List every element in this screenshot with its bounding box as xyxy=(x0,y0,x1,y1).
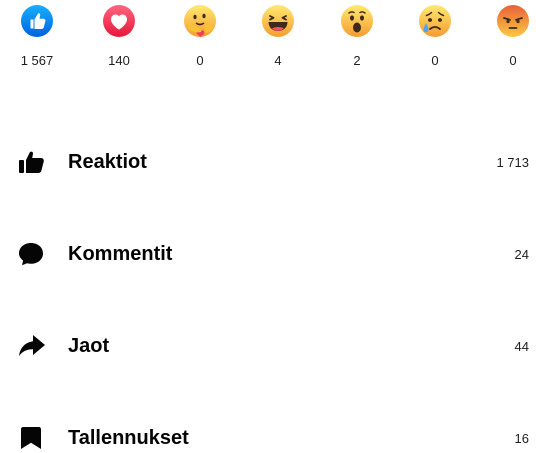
metric-value-saves: 16 xyxy=(514,431,529,446)
metric-label-comments: Kommentit xyxy=(68,243,173,265)
metric-row-shares: Jaot 44 xyxy=(0,331,536,361)
share-arrow-icon xyxy=(19,335,45,356)
love-reaction-icon xyxy=(103,5,135,37)
reaction-wow[interactable]: 2 xyxy=(327,4,387,68)
reaction-haha[interactable]: 4 xyxy=(248,4,308,68)
reaction-love[interactable]: 140 xyxy=(89,4,149,68)
reaction-like[interactable]: 1 567 xyxy=(7,4,67,68)
metric-row-comments: Kommentit 24 xyxy=(0,239,536,269)
wow-reaction-icon xyxy=(341,5,373,37)
reactions-row: 1 567 140 0 4 2 0 0 xyxy=(0,0,536,80)
sad-reaction-icon xyxy=(419,5,451,37)
reaction-care-count: 0 xyxy=(196,53,204,68)
like-reaction-icon xyxy=(21,5,53,37)
bookmark-icon xyxy=(21,427,41,449)
metric-value-comments: 24 xyxy=(514,247,529,262)
reaction-haha-count: 4 xyxy=(274,53,282,68)
reaction-angry-count: 0 xyxy=(509,53,517,68)
metric-label-saves: Tallennukset xyxy=(68,427,189,449)
haha-reaction-icon xyxy=(262,5,294,37)
reaction-care[interactable]: 0 xyxy=(170,4,230,68)
care-reaction-icon xyxy=(184,5,216,37)
reaction-wow-count: 2 xyxy=(353,53,361,68)
comment-bubble-icon xyxy=(19,243,43,266)
metric-value-shares: 44 xyxy=(514,339,529,354)
reaction-sad-count: 0 xyxy=(431,53,439,68)
metric-row-reactions: Reaktiot 1 713 xyxy=(0,147,536,177)
thumbs-up-icon xyxy=(19,151,44,173)
reaction-angry[interactable]: 0 xyxy=(483,4,536,68)
reaction-like-count: 1 567 xyxy=(20,53,54,68)
angry-reaction-icon xyxy=(497,5,529,37)
metric-label-reactions: Reaktiot xyxy=(68,151,147,173)
metric-value-reactions: 1 713 xyxy=(496,155,529,170)
reaction-sad[interactable]: 0 xyxy=(405,4,465,68)
metric-label-shares: Jaot xyxy=(68,335,110,357)
reaction-love-count: 140 xyxy=(108,53,130,68)
